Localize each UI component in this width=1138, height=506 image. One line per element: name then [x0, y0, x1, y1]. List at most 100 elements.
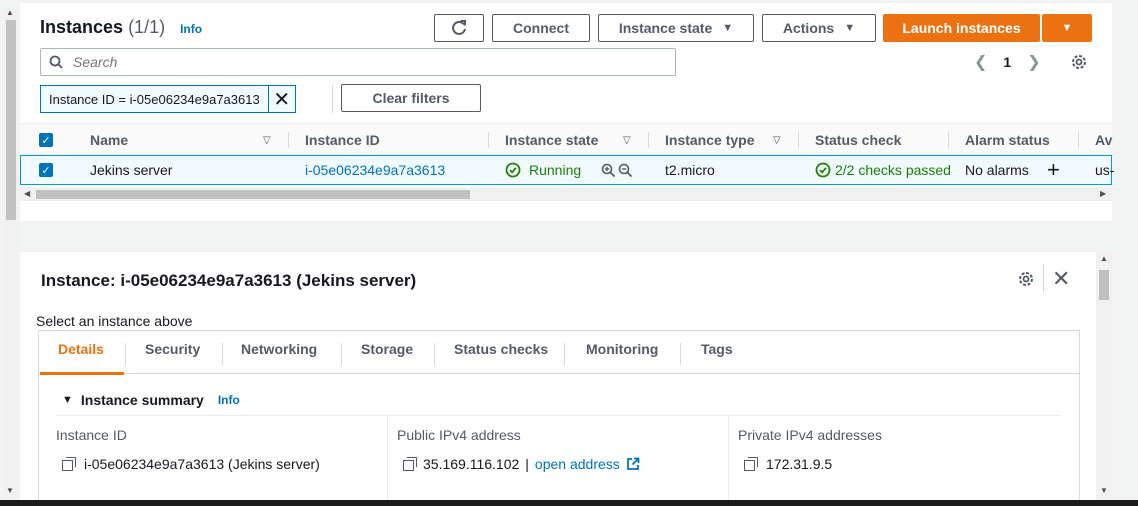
- search-field[interactable]: [40, 48, 676, 76]
- column-header-availability-zone[interactable]: Av: [1095, 124, 1112, 156]
- remove-filter-icon[interactable]: ✕: [269, 87, 295, 112]
- info-link[interactable]: Info: [180, 22, 202, 36]
- column-separator: [798, 132, 799, 148]
- copy-icon[interactable]: [62, 457, 76, 471]
- tab-monitoring[interactable]: Monitoring: [586, 341, 658, 357]
- field-value: 35.169.116.102 | open address: [403, 456, 640, 472]
- column-header-instance-id[interactable]: Instance ID: [305, 124, 380, 156]
- search-input[interactable]: [73, 54, 633, 70]
- settings-gear-icon[interactable]: [1070, 53, 1088, 71]
- tab-networking[interactable]: Networking: [241, 341, 317, 357]
- zoom-out-icon[interactable]: [618, 163, 633, 178]
- field-label: Public IPv4 address: [397, 427, 521, 443]
- table-horizontal-scrollbar[interactable]: ◀ ▶: [20, 187, 1112, 201]
- instance-detail-panel: Instance: i-05e06234e9a7a3613 (Jekins se…: [20, 252, 1112, 506]
- column-header-instance-type[interactable]: Instance type: [665, 124, 754, 156]
- column-header-instance-state[interactable]: Instance state: [505, 124, 598, 156]
- select-all-checkbox[interactable]: ✓: [39, 124, 53, 156]
- zoom-controls: [601, 156, 633, 184]
- checkbox-checked-icon: ✓: [39, 163, 53, 177]
- settings-gear-icon[interactable]: [1017, 270, 1035, 288]
- pagination: ❮ 1 ❯: [974, 52, 1041, 72]
- table-header: ✓ Name ▽ Instance ID Instance state ▽ In…: [20, 123, 1112, 155]
- instance-state-label: Instance state: [618, 20, 713, 36]
- cell-name: Jekins server: [90, 162, 173, 178]
- sort-icon[interactable]: ▽: [623, 124, 631, 156]
- row-checkbox[interactable]: ✓: [39, 156, 53, 184]
- next-page-icon[interactable]: ❯: [1027, 52, 1040, 72]
- divider: [1043, 264, 1044, 292]
- detail-scrollbar-thumb[interactable]: [1099, 270, 1109, 300]
- connect-button[interactable]: Connect: [492, 14, 590, 42]
- column-header-status-check[interactable]: Status check: [815, 124, 901, 156]
- check-circle-icon: [815, 162, 831, 178]
- field-label: Instance ID: [56, 427, 127, 443]
- cell-availability-zone: us-: [1095, 162, 1115, 178]
- detail-scrollbar[interactable]: ▲ ▼: [1096, 252, 1112, 506]
- prev-page-icon[interactable]: ❮: [974, 52, 987, 72]
- instance-state-button[interactable]: Instance state ▼: [598, 14, 754, 42]
- cell-alarm-status: No alarms: [965, 162, 1029, 178]
- horizontal-scrollbar-thumb[interactable]: [36, 190, 470, 199]
- tab-status-checks[interactable]: Status checks: [454, 341, 548, 357]
- instances-panel: Instances (1/1) Info Connect Instance st…: [20, 3, 1115, 221]
- zoom-in-icon[interactable]: [601, 163, 616, 178]
- instance-summary-title: Instance summary: [80, 392, 204, 408]
- field-private-ipv4: Private IPv4 addresses 172.31.9.5: [738, 415, 1068, 506]
- scroll-up-arrow-icon[interactable]: ▲: [6, 8, 14, 17]
- launch-instances-button[interactable]: Launch instances: [883, 14, 1040, 42]
- clear-filters-button[interactable]: Clear filters: [341, 84, 481, 112]
- search-icon: [49, 55, 63, 69]
- scroll-right-arrow-icon[interactable]: ▶: [1100, 189, 1106, 198]
- table-row[interactable]: ✓ Jekins server i-05e06234e9a7a3613 Runn…: [20, 155, 1115, 185]
- external-link-icon[interactable]: [626, 457, 640, 471]
- app-frame: ▲ ▼ Instances (1/1) Info Connect Instanc…: [0, 0, 1138, 506]
- tab-tags[interactable]: Tags: [701, 341, 733, 357]
- cell-instance-type: t2.micro: [665, 162, 715, 178]
- cell-instance-id-link[interactable]: i-05e06234e9a7a3613: [305, 156, 445, 184]
- column-separator: [728, 415, 729, 506]
- tab-separator: [680, 343, 681, 365]
- window-bottom-edge: [0, 500, 1138, 506]
- column-header-alarm-status[interactable]: Alarm status: [965, 124, 1050, 156]
- refresh-button[interactable]: [434, 14, 484, 42]
- tab-details[interactable]: Details: [58, 341, 104, 357]
- instance-summary-header[interactable]: ▼ Instance summary Info: [62, 392, 240, 408]
- scroll-down-arrow-icon[interactable]: ▼: [6, 486, 14, 495]
- column-header-name[interactable]: Name: [90, 124, 128, 156]
- cell-status-check[interactable]: 2/2 checks passed: [815, 156, 951, 184]
- page-scrollbar-thumb[interactable]: [6, 20, 16, 220]
- field-value: i-05e06234e9a7a3613 (Jekins server): [62, 456, 320, 472]
- caret-down-icon: ▼: [1061, 22, 1073, 34]
- summary-info-link[interactable]: Info: [218, 393, 240, 407]
- open-address-link[interactable]: open address: [535, 456, 620, 472]
- page-number[interactable]: 1: [1003, 54, 1011, 70]
- scroll-down-arrow-icon[interactable]: ▼: [1100, 486, 1108, 495]
- close-icon[interactable]: ✕: [1052, 266, 1070, 292]
- scroll-left-arrow-icon[interactable]: ◀: [24, 189, 30, 198]
- tab-separator: [341, 343, 342, 365]
- sort-icon[interactable]: ▽: [263, 124, 271, 156]
- copy-icon[interactable]: [403, 457, 417, 471]
- sort-icon[interactable]: ▽: [773, 124, 781, 156]
- caret-down-icon: ▼: [844, 22, 856, 34]
- collapse-caret-icon[interactable]: ▼: [62, 394, 73, 406]
- launch-dropdown-button[interactable]: ▼: [1042, 14, 1092, 42]
- detail-title: Instance: i-05e06234e9a7a3613 (Jekins se…: [41, 271, 417, 290]
- column-separator: [648, 132, 649, 148]
- tab-underline: [40, 373, 1080, 374]
- add-alarm-icon[interactable]: +: [1047, 156, 1060, 184]
- actions-button[interactable]: Actions ▼: [762, 14, 876, 42]
- instances-title: Instances: [40, 17, 124, 37]
- page-scrollbar[interactable]: ▲ ▼: [4, 8, 18, 498]
- tab-storage[interactable]: Storage: [361, 341, 413, 357]
- field-instance-id: Instance ID i-05e06234e9a7a3613 (Jekins …: [56, 415, 386, 506]
- tab-security[interactable]: Security: [145, 341, 200, 357]
- copy-icon[interactable]: [744, 457, 758, 471]
- column-separator: [948, 132, 949, 148]
- scroll-up-arrow-icon[interactable]: ▲: [1100, 254, 1108, 263]
- caret-down-icon: ▼: [722, 22, 734, 34]
- cell-instance-state: Running: [505, 156, 581, 184]
- column-separator: [288, 132, 289, 148]
- select-instance-note: Select an instance above: [36, 313, 193, 329]
